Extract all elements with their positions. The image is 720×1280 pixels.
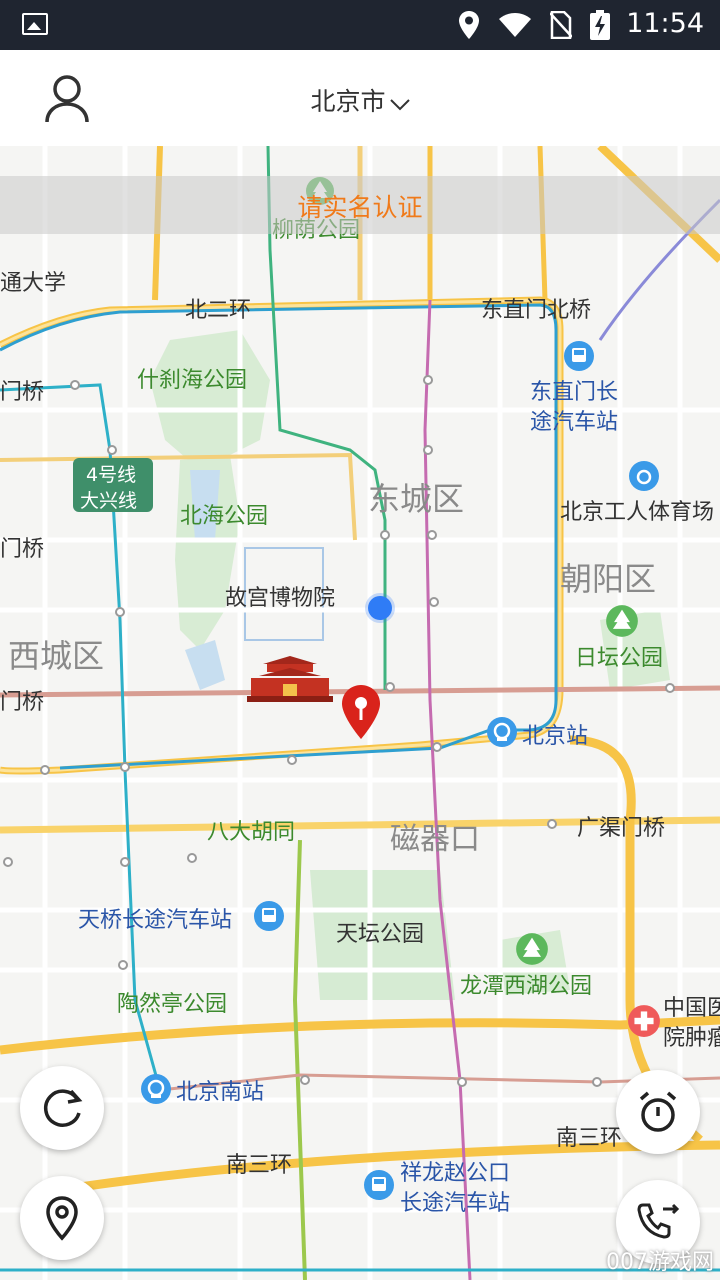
line4-label-2: 大兴线 — [80, 490, 138, 512]
label-beierhuan: 北二环 — [185, 298, 252, 323]
map-view[interactable]: 4号线 大兴线 柳荫公园 通大学 北二环 东直门北桥 什刹海公园 门桥 东直门长… — [0, 146, 720, 1280]
locate-button[interactable] — [20, 1176, 104, 1260]
train-station-icon — [487, 717, 517, 747]
city-selector[interactable]: 北京市 — [0, 82, 720, 118]
label-men-qiao-3: 门桥 — [0, 690, 45, 715]
label-beihai: 北海公园 — [180, 504, 269, 529]
park-icon-longtan — [516, 933, 548, 965]
label-dongzhimen-bus-1: 东直门长 — [530, 380, 619, 405]
label-xicheng: 西城区 — [8, 637, 105, 675]
label-beijing-south: 北京南站 — [176, 1080, 265, 1105]
line4-label-1: 4号线 — [86, 464, 137, 486]
label-badahutong: 八大胡同 — [207, 820, 296, 845]
label-dongzhimen-bridge: 东直门北桥 — [481, 298, 592, 323]
bus-station-icon-xianglong — [364, 1170, 394, 1200]
top-bar: 北京市 — [0, 50, 720, 146]
label-shichahai: 什刹海公园 — [137, 368, 248, 393]
label-tong-daxue: 通大学 — [0, 271, 67, 296]
label-dongcheng: 东城区 — [368, 480, 465, 518]
label-men-qiao-1: 门桥 — [0, 380, 45, 405]
label-xianglong-2: 长途汽车站 — [400, 1191, 511, 1216]
current-location-dot — [365, 593, 395, 623]
label-hospital-1: 中国医 — [663, 996, 720, 1021]
label-nansanhuan-w: 南三环 — [226, 1153, 293, 1178]
bus-station-icon — [564, 341, 594, 371]
wifi-icon — [499, 13, 531, 37]
status-bar: 11:54 — [0, 0, 720, 50]
label-longtan: 龙潭西湖公园 — [460, 974, 593, 999]
gallery-notification-icon — [22, 13, 48, 35]
label-hospital-2: 院肿瘤 — [663, 1026, 720, 1051]
alarm-button[interactable] — [616, 1070, 700, 1154]
label-beijing-station: 北京站 — [522, 724, 589, 749]
verification-banner-text[interactable]: 请实名认证 — [0, 188, 720, 224]
label-ciqikou: 磁器口 — [390, 822, 480, 857]
no-sim-icon — [550, 11, 572, 39]
city-label: 北京市 — [310, 87, 386, 116]
refresh-icon — [43, 1089, 83, 1127]
label-tiantan: 天坛公园 — [336, 922, 425, 947]
label-dongzhimen-bus-2: 途汽车站 — [530, 410, 619, 435]
label-workers-stadium: 北京工人体育场 — [560, 500, 715, 525]
refresh-button[interactable] — [20, 1066, 104, 1150]
chevron-down-icon — [389, 98, 410, 110]
bus-station-icon-tianqiao — [254, 901, 284, 931]
watermark: 007游戏网 — [606, 1250, 714, 1275]
destination-pin-icon[interactable] — [341, 684, 381, 740]
label-xianglong-1: 祥龙赵公口 — [400, 1161, 511, 1186]
park-icon-ritan — [606, 605, 638, 637]
label-chaoyang: 朝阳区 — [560, 560, 657, 598]
location-status-icon — [459, 11, 479, 39]
hospital-icon — [628, 1005, 660, 1037]
train-station-icon-south — [141, 1074, 171, 1104]
label-nansanhuan-e: 南三环 — [556, 1126, 623, 1151]
status-time: 11:54 — [626, 8, 704, 39]
location-pin-icon — [46, 1196, 78, 1241]
phone-transfer-icon — [637, 1203, 680, 1239]
label-gugong: 故宫博物院 — [225, 586, 336, 611]
label-tianqiao-bus: 天桥长途汽车站 — [78, 908, 233, 933]
label-men-qiao-2: 门桥 — [0, 537, 45, 562]
label-taoranting: 陶然亭公园 — [117, 992, 228, 1017]
tiananmen-icon — [247, 656, 333, 702]
stadium-icon — [629, 461, 659, 491]
label-ritan: 日坛公园 — [575, 646, 664, 671]
alarm-clock-icon — [639, 1091, 677, 1132]
label-guangqumen: 广渠门桥 — [577, 816, 666, 841]
battery-charging-icon — [590, 10, 610, 40]
